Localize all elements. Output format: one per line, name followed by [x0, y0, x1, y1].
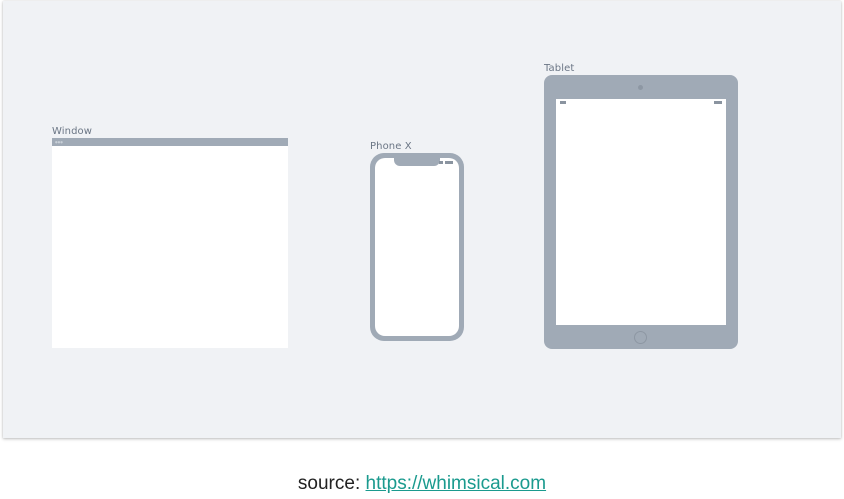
phone-notch — [394, 158, 440, 166]
window-titlebar: ●●● — [52, 138, 288, 146]
phone-status-icons — [439, 161, 453, 164]
source-prefix: source: — [297, 473, 366, 494]
window-controls-icon: ●●● — [55, 140, 63, 144]
tablet-camera-icon — [638, 85, 643, 90]
source-link[interactable]: https://whimsical.com — [366, 473, 547, 494]
tablet-battery-icon — [714, 101, 722, 104]
window-frame[interactable]: ●●● — [52, 138, 288, 348]
tablet-home-button-icon — [634, 331, 647, 344]
source-caption: source: https://whimsical.com — [0, 473, 844, 495]
whimsical-canvas[interactable]: Window ●●● Phone X Tablet — [3, 1, 841, 438]
phone-frame-label[interactable]: Phone X — [370, 141, 412, 152]
tablet-signal-icon — [560, 101, 566, 104]
phone-screen[interactable] — [375, 158, 459, 336]
tablet-frame-label[interactable]: Tablet — [544, 63, 574, 74]
tablet-screen[interactable] — [556, 99, 726, 325]
tablet-frame[interactable] — [544, 75, 738, 349]
phone-frame[interactable] — [370, 153, 464, 341]
window-frame-label[interactable]: Window — [52, 126, 92, 137]
